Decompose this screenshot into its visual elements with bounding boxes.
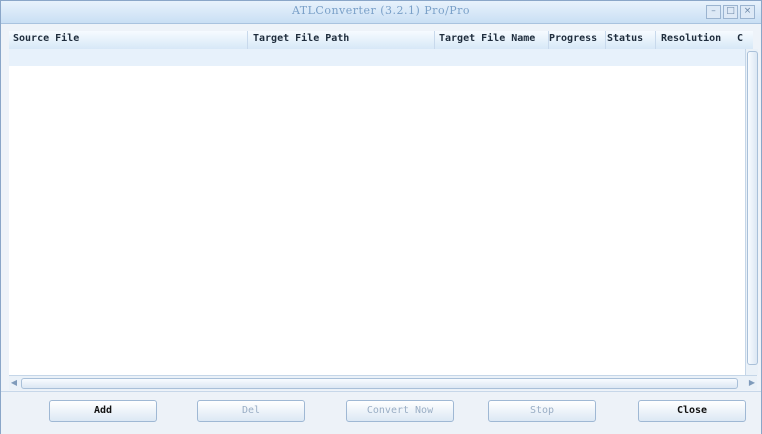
vertical-scroll-thumb[interactable] (747, 51, 758, 365)
convert-now-button[interactable]: Convert Now (346, 400, 454, 422)
vertical-scrollbar[interactable] (745, 49, 758, 375)
column-resolution[interactable]: Resolution (661, 33, 721, 44)
window-controls: – □ × (706, 5, 755, 19)
column-progress[interactable]: Progress (549, 33, 597, 44)
close-window-button[interactable]: × (740, 5, 755, 19)
close-button[interactable]: Close (638, 400, 746, 422)
column-status[interactable]: Status (607, 33, 643, 44)
column-divider[interactable] (434, 31, 435, 49)
window-title: ATLConverter (3.2.1) Pro/Pro (291, 4, 471, 17)
button-bar: Add Del Convert Now Stop Close (1, 391, 761, 434)
column-source-file[interactable]: Source File (13, 33, 79, 44)
column-target-file-path[interactable]: Target File Path (253, 33, 349, 44)
title-bar[interactable]: ATLConverter (3.2.1) Pro/Pro – □ × (1, 1, 761, 24)
converter-window: ATLConverter (3.2.1) Pro/Pro – □ × Sourc… (0, 0, 762, 434)
horizontal-scrollbar[interactable]: ◀ ▶ (9, 375, 757, 390)
add-button[interactable]: Add (49, 400, 157, 422)
column-divider[interactable] (247, 31, 248, 49)
file-list[interactable] (9, 66, 745, 375)
stop-button[interactable]: Stop (488, 400, 596, 422)
delete-button[interactable]: Del (197, 400, 305, 422)
scroll-left-icon[interactable]: ◀ (9, 377, 19, 388)
table-row-empty[interactable] (9, 49, 745, 67)
column-target-file-name[interactable]: Target File Name (439, 33, 535, 44)
column-extra[interactable]: C (737, 33, 743, 44)
column-divider[interactable] (655, 31, 656, 49)
maximize-button[interactable]: □ (723, 5, 738, 19)
horizontal-scroll-thumb[interactable] (21, 378, 738, 389)
table-header: Source File Target File Path Target File… (9, 31, 753, 50)
scroll-right-icon[interactable]: ▶ (747, 377, 757, 388)
column-divider[interactable] (605, 31, 606, 49)
minimize-button[interactable]: – (706, 5, 721, 19)
